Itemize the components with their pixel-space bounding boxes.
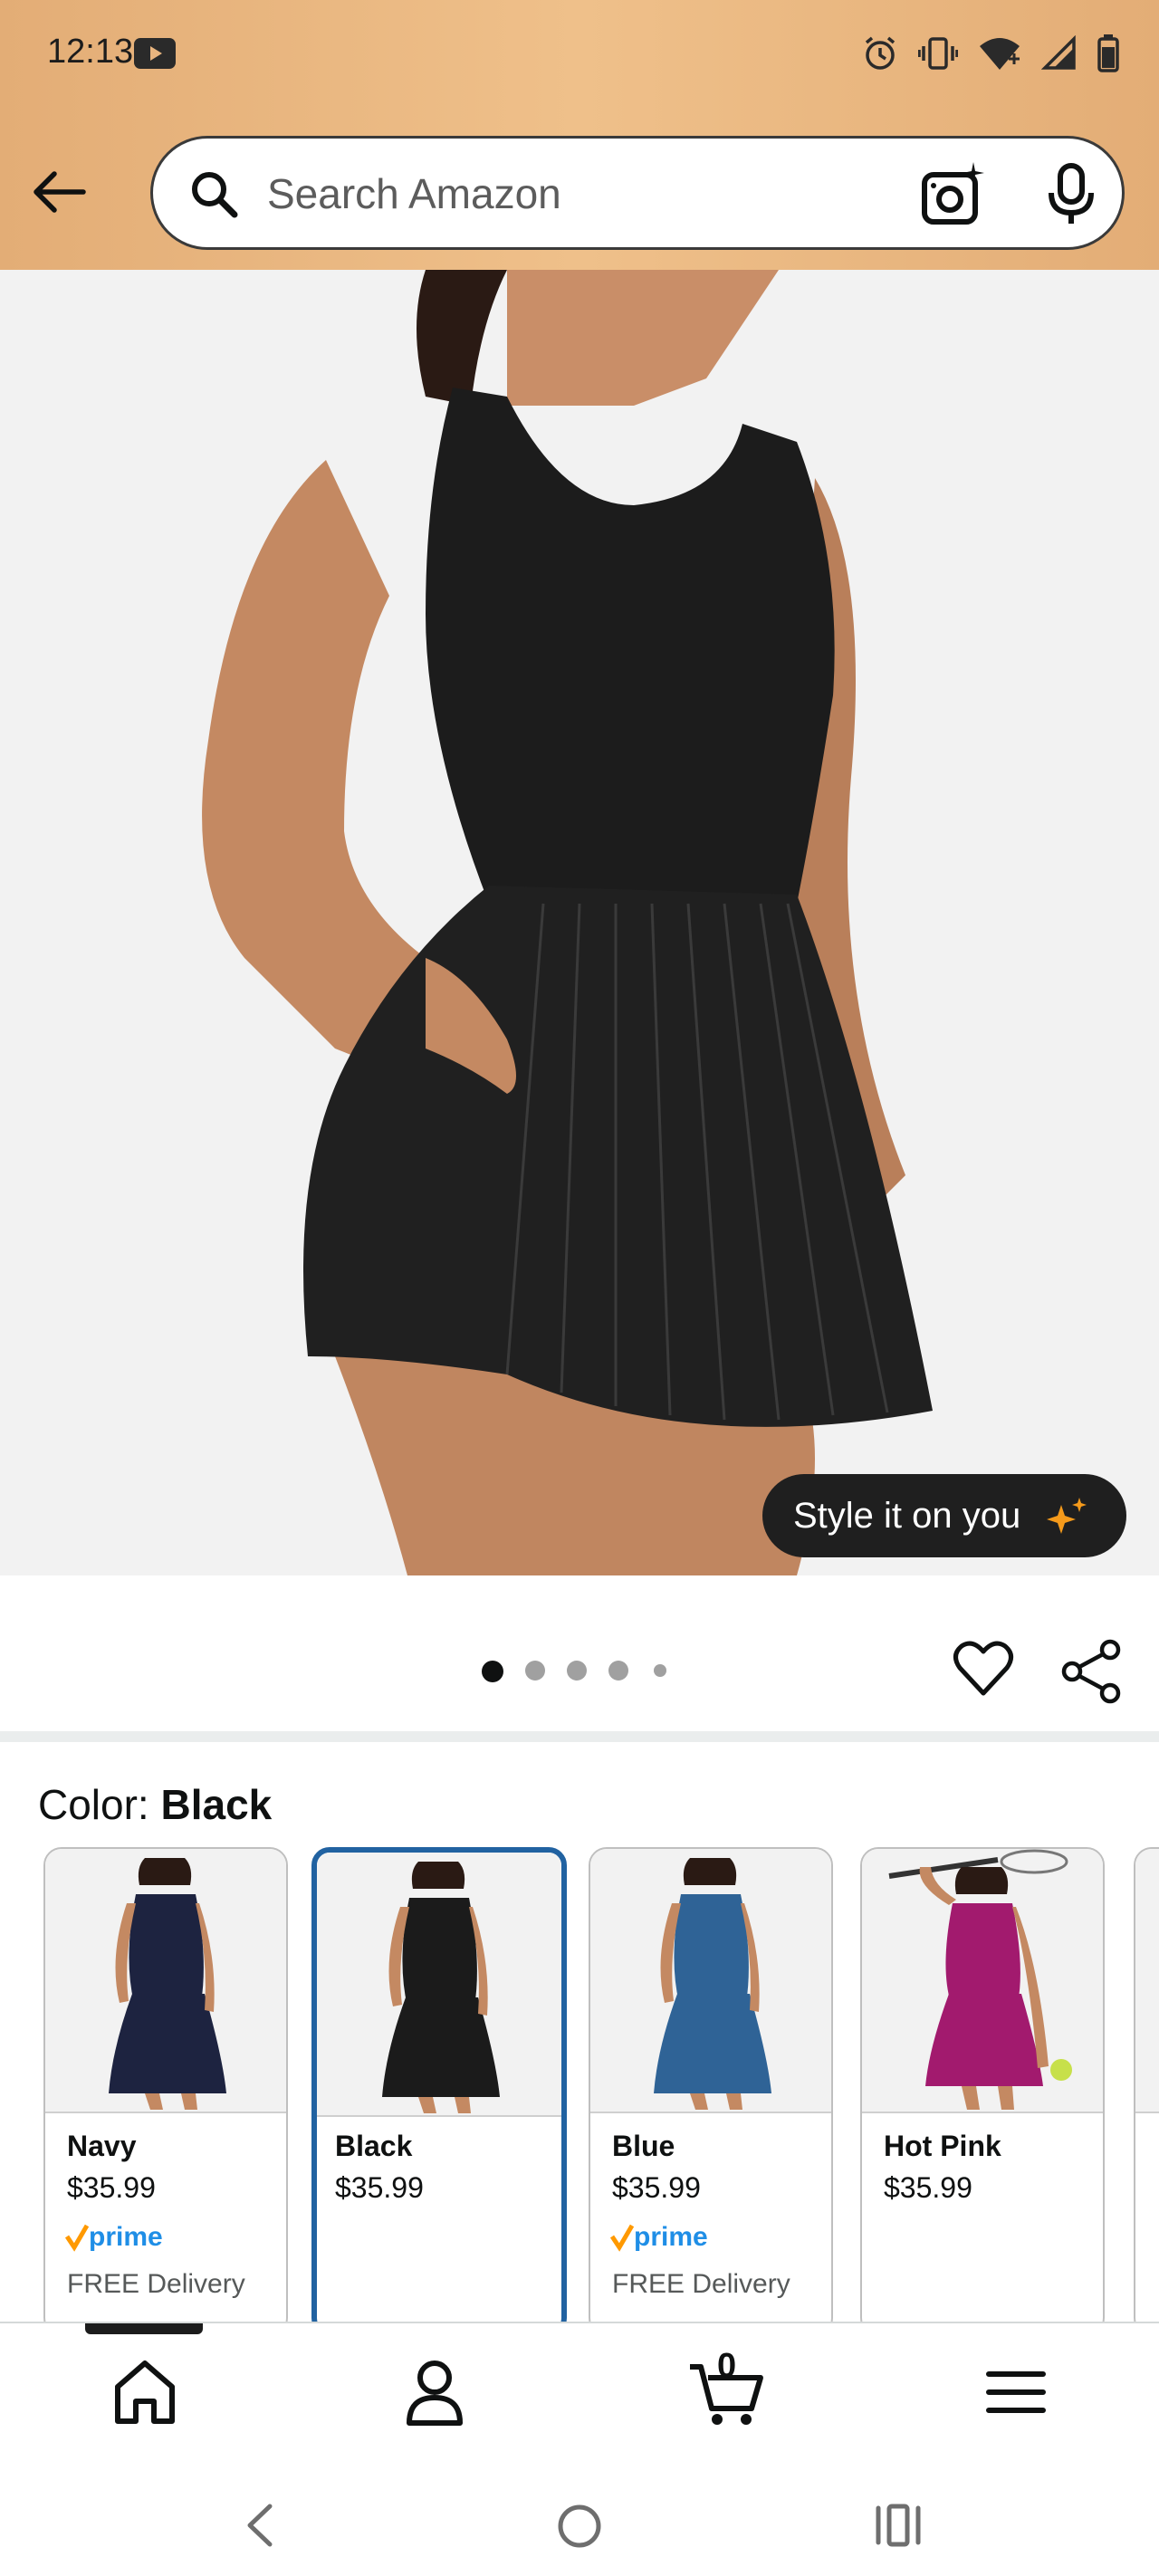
swatch-thumbnail: [862, 1849, 1103, 2113]
wifi-icon: [980, 38, 1020, 70]
status-icons: [862, 34, 1119, 72]
menu-icon[interactable]: [980, 2356, 1052, 2428]
nav-active-indicator: [85, 2323, 203, 2334]
back-arrow-icon[interactable]: [27, 159, 92, 225]
sparkle-icon: [1047, 1498, 1087, 1534]
header: 12:13 Search Amazon: [0, 0, 1159, 270]
home-icon[interactable]: [109, 2356, 181, 2428]
image-pagination-dots: [482, 1661, 681, 1682]
swatch-price: $35.99: [612, 2171, 701, 2204]
pagination-dot[interactable]: [654, 1664, 666, 1677]
system-home-icon[interactable]: [556, 2503, 603, 2550]
color-swatch-black[interactable]: Black $35.99: [311, 1847, 567, 2336]
pagination-dot[interactable]: [525, 1661, 545, 1681]
status-bar: 12:13: [0, 0, 1159, 112]
signal-icon: [1041, 35, 1076, 70]
camera-search-icon[interactable]: [919, 160, 988, 229]
heart-icon[interactable]: [953, 1639, 1014, 1700]
prime-badge-icon: prime: [610, 2222, 708, 2252]
color-swatch-next[interactable]: [1134, 1847, 1159, 2336]
product-photo: [0, 270, 1159, 1575]
swatch-name: Black: [335, 2130, 413, 2162]
swatch-price: $35.99: [67, 2171, 156, 2204]
status-time: 12:13: [47, 33, 134, 71]
vibrate-icon: [918, 37, 958, 70]
swatch-delivery: FREE Delivery: [67, 2269, 245, 2299]
alarm-icon: [865, 36, 896, 70]
swatch-thumbnail: [1135, 1849, 1159, 2113]
microphone-icon[interactable]: [1042, 162, 1100, 227]
swatch-name: Navy: [67, 2130, 137, 2162]
svg-text:prime: prime: [89, 2222, 163, 2252]
swatch-price: $35.99: [335, 2171, 424, 2204]
account-icon[interactable]: [398, 2356, 471, 2428]
swatch-price: $35.99: [884, 2171, 972, 2204]
search-placeholder: Search Amazon: [267, 170, 561, 217]
section-divider: [0, 1731, 1159, 1742]
color-swatch-hot-pink[interactable]: Hot Pink $35.99: [860, 1847, 1105, 2336]
battery-icon: [1097, 34, 1119, 72]
swatch-thumbnail: [317, 1853, 561, 2117]
system-recents-icon[interactable]: [875, 2503, 922, 2548]
search-icon: [192, 172, 238, 218]
swatch-name: Blue: [612, 2130, 675, 2162]
swatch-thumbnail: [590, 1849, 831, 2113]
color-label-prefix: Color:: [38, 1781, 149, 1828]
pagination-dot[interactable]: [567, 1661, 587, 1681]
swatch-delivery: FREE Delivery: [612, 2269, 790, 2299]
share-icon[interactable]: [1059, 1639, 1123, 1704]
style-button-label: Style it on you: [793, 1495, 1021, 1536]
color-swatch-blue[interactable]: Blue $35.99 prime FREE Delivery: [589, 1847, 833, 2336]
selected-color-name: Black: [160, 1781, 273, 1828]
color-swatch-navy[interactable]: Navy $35.99 prime FREE Delivery: [43, 1847, 288, 2336]
cart-count-badge: 0: [717, 2347, 737, 2385]
youtube-icon: [134, 38, 176, 69]
system-back-icon[interactable]: [243, 2503, 279, 2548]
svg-text:prime: prime: [634, 2222, 708, 2252]
search-input[interactable]: Search Amazon: [150, 136, 1125, 250]
bottom-nav: [0, 2322, 1159, 2459]
swatch-thumbnail: [45, 1849, 286, 2113]
style-it-on-you-button[interactable]: Style it on you: [762, 1474, 1126, 1557]
product-image[interactable]: [0, 270, 1159, 1575]
prime-badge-icon: prime: [65, 2222, 163, 2252]
swatch-name: Hot Pink: [884, 2130, 1001, 2162]
color-label: Color: Black: [38, 1780, 272, 1829]
system-nav-bar: [0, 2457, 1159, 2576]
pagination-dot[interactable]: [608, 1661, 628, 1681]
pagination-dot[interactable]: [482, 1661, 503, 1682]
